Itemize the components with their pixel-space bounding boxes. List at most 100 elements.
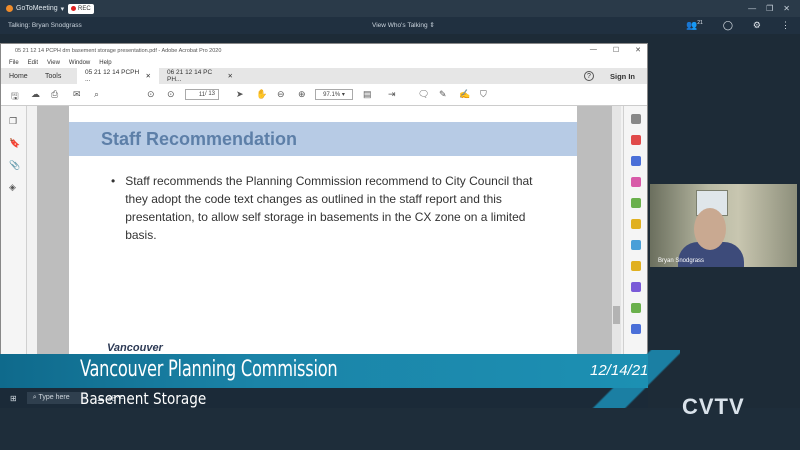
- attachment-icon[interactable]: 📎: [9, 160, 20, 171]
- export-pdf-icon[interactable]: [631, 135, 641, 145]
- vertical-scrollbar[interactable]: [612, 106, 621, 358]
- organize-pages-icon[interactable]: [631, 177, 641, 187]
- select-cursor-icon[interactable]: ➤: [236, 89, 244, 100]
- close-tab-icon[interactable]: ✕: [146, 72, 151, 80]
- more-icon[interactable]: ⋮: [781, 20, 790, 31]
- bookmark-icon[interactable]: 🔖: [9, 138, 20, 149]
- broadcast-date: 12/14/21: [590, 362, 649, 379]
- taskbar-search-placeholder: Type here: [38, 394, 70, 401]
- close-icon[interactable]: ✕: [783, 4, 790, 13]
- zoom-value: 97.1%: [323, 91, 341, 98]
- tab-document-2[interactable]: 06 21 12 14 PC PH... ✕: [159, 68, 241, 84]
- gotomeeting-icon: [6, 5, 13, 12]
- slide-bullet: • Staff recommends the Planning Commissi…: [111, 172, 541, 244]
- edit-pdf-icon[interactable]: [631, 198, 641, 208]
- protect-icon[interactable]: [631, 324, 641, 334]
- bottom-background: [0, 408, 800, 450]
- settings-gear-icon[interactable]: ⚙: [753, 20, 761, 31]
- tab-tools[interactable]: Tools: [37, 68, 77, 84]
- comment-tool-icon[interactable]: [631, 219, 641, 229]
- save-icon[interactable]: 🖫: [11, 89, 19, 105]
- chat-icon[interactable]: ◯: [723, 20, 733, 31]
- scroll-mode-icon[interactable]: ⇥: [388, 89, 396, 100]
- acrobat-window: 05 21 12 14 PCPH drn basement storage pr…: [0, 43, 648, 358]
- create-pdf-icon[interactable]: [631, 156, 641, 166]
- cvtv-logo: CVTV: [682, 394, 745, 419]
- search-icon[interactable]: ⌕: [94, 89, 99, 100]
- acrobat-minimize-icon[interactable]: —: [590, 46, 597, 54]
- talking-bar: Talking: Bryan Snodgrass View Who's Talk…: [0, 17, 800, 34]
- upload-icon[interactable]: ☁: [31, 89, 40, 100]
- menu-help[interactable]: Help: [99, 60, 111, 66]
- gotomeeting-bar: GoToMeeting ▾ REC — ❐ ✕: [0, 0, 800, 17]
- print-production-icon[interactable]: [631, 303, 641, 313]
- menu-bar: File Edit View Window Help: [1, 58, 647, 68]
- recording-badge: REC: [68, 3, 94, 14]
- participant-video[interactable]: Bryan Snodgrass: [650, 184, 797, 267]
- bullet-marker: •: [111, 174, 116, 188]
- menu-edit[interactable]: Edit: [28, 60, 38, 66]
- tab-document-1[interactable]: 05 21 12 14 PCPH ... ✕: [77, 68, 159, 84]
- bullet-text: Staff recommends the Planning Commission…: [125, 174, 533, 242]
- stamp-icon[interactable]: ⛉: [480, 89, 487, 100]
- tab-document-1-label: 05 21 12 14 PCPH ...: [85, 69, 140, 83]
- right-tools-pane: [623, 106, 647, 358]
- tab-document-2-label: 06 21 12 14 PC PH...: [167, 69, 213, 83]
- gotomeeting-logo[interactable]: GoToMeeting ▾: [0, 5, 68, 13]
- attendees-button[interactable]: 👥21: [686, 20, 703, 31]
- taskbar-search[interactable]: ⌕ Type here: [26, 392, 87, 404]
- document-viewport[interactable]: Staff Recommendation • Staff recommends …: [37, 106, 617, 358]
- comment-icon[interactable]: 🗨: [418, 89, 429, 100]
- slide-header-band: Staff Recommendation: [69, 122, 577, 156]
- left-navigation-pane: ❐ 🔖 📎 ◈: [1, 106, 27, 358]
- attendees-count: 21: [697, 20, 703, 26]
- meeting-actions: 👥21 ◯ ⚙ ⋮: [686, 20, 790, 31]
- next-page-icon[interactable]: ⊙: [167, 89, 175, 100]
- talking-indicator: Talking: Bryan Snodgrass: [8, 22, 82, 29]
- acrobat-titlebar: 05 21 12 14 PCPH drn basement storage pr…: [1, 44, 647, 58]
- zoom-out-icon[interactable]: ⊖: [277, 89, 285, 100]
- highlight-icon[interactable]: ✎: [439, 89, 447, 100]
- restore-icon[interactable]: ❐: [766, 4, 773, 13]
- acrobat-maximize-icon[interactable]: ☐: [613, 46, 619, 54]
- sign-in-button[interactable]: Sign In: [610, 72, 635, 81]
- view-whos-talking-button[interactable]: View Who's Talking ⇕: [372, 21, 435, 29]
- menu-window[interactable]: Window: [69, 60, 90, 66]
- zoom-in-icon[interactable]: ⊕: [298, 89, 306, 100]
- draw-icon[interactable]: ✍: [459, 89, 470, 100]
- zoom-select[interactable]: 97.1% ▾: [315, 89, 353, 100]
- page-total: / 13: [205, 91, 216, 97]
- previous-page-icon[interactable]: ⊙: [147, 89, 155, 100]
- menu-view[interactable]: View: [47, 60, 60, 66]
- page-view-icon[interactable]: ▤: [363, 89, 372, 100]
- menu-file[interactable]: File: [9, 60, 19, 66]
- screen: GoToMeeting ▾ REC — ❐ ✕ Talking: Bryan S…: [0, 0, 800, 450]
- fill-sign-icon[interactable]: [631, 261, 641, 271]
- acrobat-close-icon[interactable]: ✕: [635, 46, 641, 54]
- acrobat-window-controls: — ☐ ✕: [590, 46, 641, 54]
- layers-icon[interactable]: ◈: [9, 182, 16, 193]
- broadcast-title: Vancouver Planning Commission: [80, 357, 338, 382]
- email-icon[interactable]: ✉: [73, 89, 81, 100]
- windows-start-icon[interactable]: ⊞: [10, 394, 17, 403]
- chevron-down-icon: ▾: [60, 5, 65, 13]
- close-tab-icon[interactable]: ✕: [228, 72, 233, 80]
- combine-files-icon[interactable]: [631, 240, 641, 250]
- page-thumbnails-icon[interactable]: ❐: [9, 116, 17, 127]
- tab-bar-right: ? Sign In: [584, 71, 635, 81]
- send-for-signature-icon[interactable]: [631, 282, 641, 292]
- broadcast-subtitle: Basement Storage: [80, 389, 207, 408]
- tool-search-icon[interactable]: [631, 114, 641, 124]
- window-controls: — ❐ ✕: [748, 4, 800, 13]
- lower-third-bar: Vancouver Planning Commission 12/14/21: [0, 354, 648, 388]
- hand-tool-icon[interactable]: ✋: [256, 89, 267, 100]
- tab-home[interactable]: Home: [1, 68, 37, 84]
- slide-title: Staff Recommendation: [101, 129, 298, 149]
- window-title: 05 21 12 14 PCPH drn basement storage pr…: [15, 48, 222, 54]
- help-icon[interactable]: ?: [584, 71, 594, 81]
- minimize-icon[interactable]: —: [748, 4, 756, 13]
- print-icon[interactable]: ⎙: [51, 89, 58, 100]
- tab-bar: Home Tools 05 21 12 14 PCPH ... ✕ 06 21 1…: [1, 68, 647, 84]
- scrollbar-thumb[interactable]: [613, 306, 620, 324]
- app-name: GoToMeeting: [16, 5, 58, 12]
